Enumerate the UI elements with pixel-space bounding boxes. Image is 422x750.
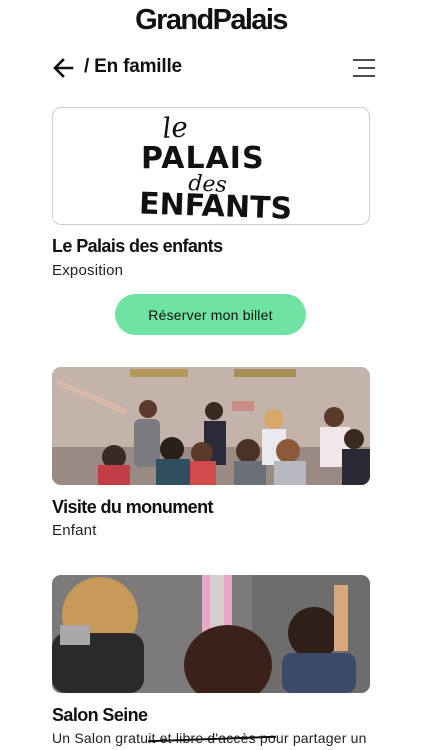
breadcrumb[interactable]: / En famille — [84, 56, 182, 78]
museum-visit-photo — [52, 367, 370, 485]
card-subtitle: Enfant — [52, 522, 97, 539]
logo-word-enfants: ENFANTS — [138, 186, 292, 225]
card-title[interactable]: Salon Seine — [52, 705, 148, 726]
hamburger-menu-icon[interactable] — [352, 57, 376, 79]
palais-des-enfants-logo-artwork: le PALAIS des ENFANTS — [138, 110, 292, 225]
salon-seine-photo-artwork — [52, 575, 370, 693]
palais-des-enfants-logo-image[interactable]: le PALAIS des ENFANTS — [52, 107, 370, 225]
card-subtitle: Exposition — [52, 262, 124, 279]
salon-seine-photo[interactable] — [52, 575, 370, 693]
logo-word-palais: PALAIS — [141, 141, 265, 176]
visite-monument-photo[interactable] — [52, 367, 370, 485]
logo-word-le: le — [161, 110, 189, 145]
reserve-ticket-button[interactable]: Réserver mon billet — [115, 294, 306, 335]
grandpalais-logo[interactable]: GrandPalais — [0, 4, 422, 37]
card-title[interactable]: Le Palais des enfants — [52, 236, 223, 257]
card-title[interactable]: Visite du monument — [52, 497, 213, 518]
arrow-left-icon[interactable] — [52, 57, 74, 79]
top-nav: / En famille — [52, 52, 376, 84]
